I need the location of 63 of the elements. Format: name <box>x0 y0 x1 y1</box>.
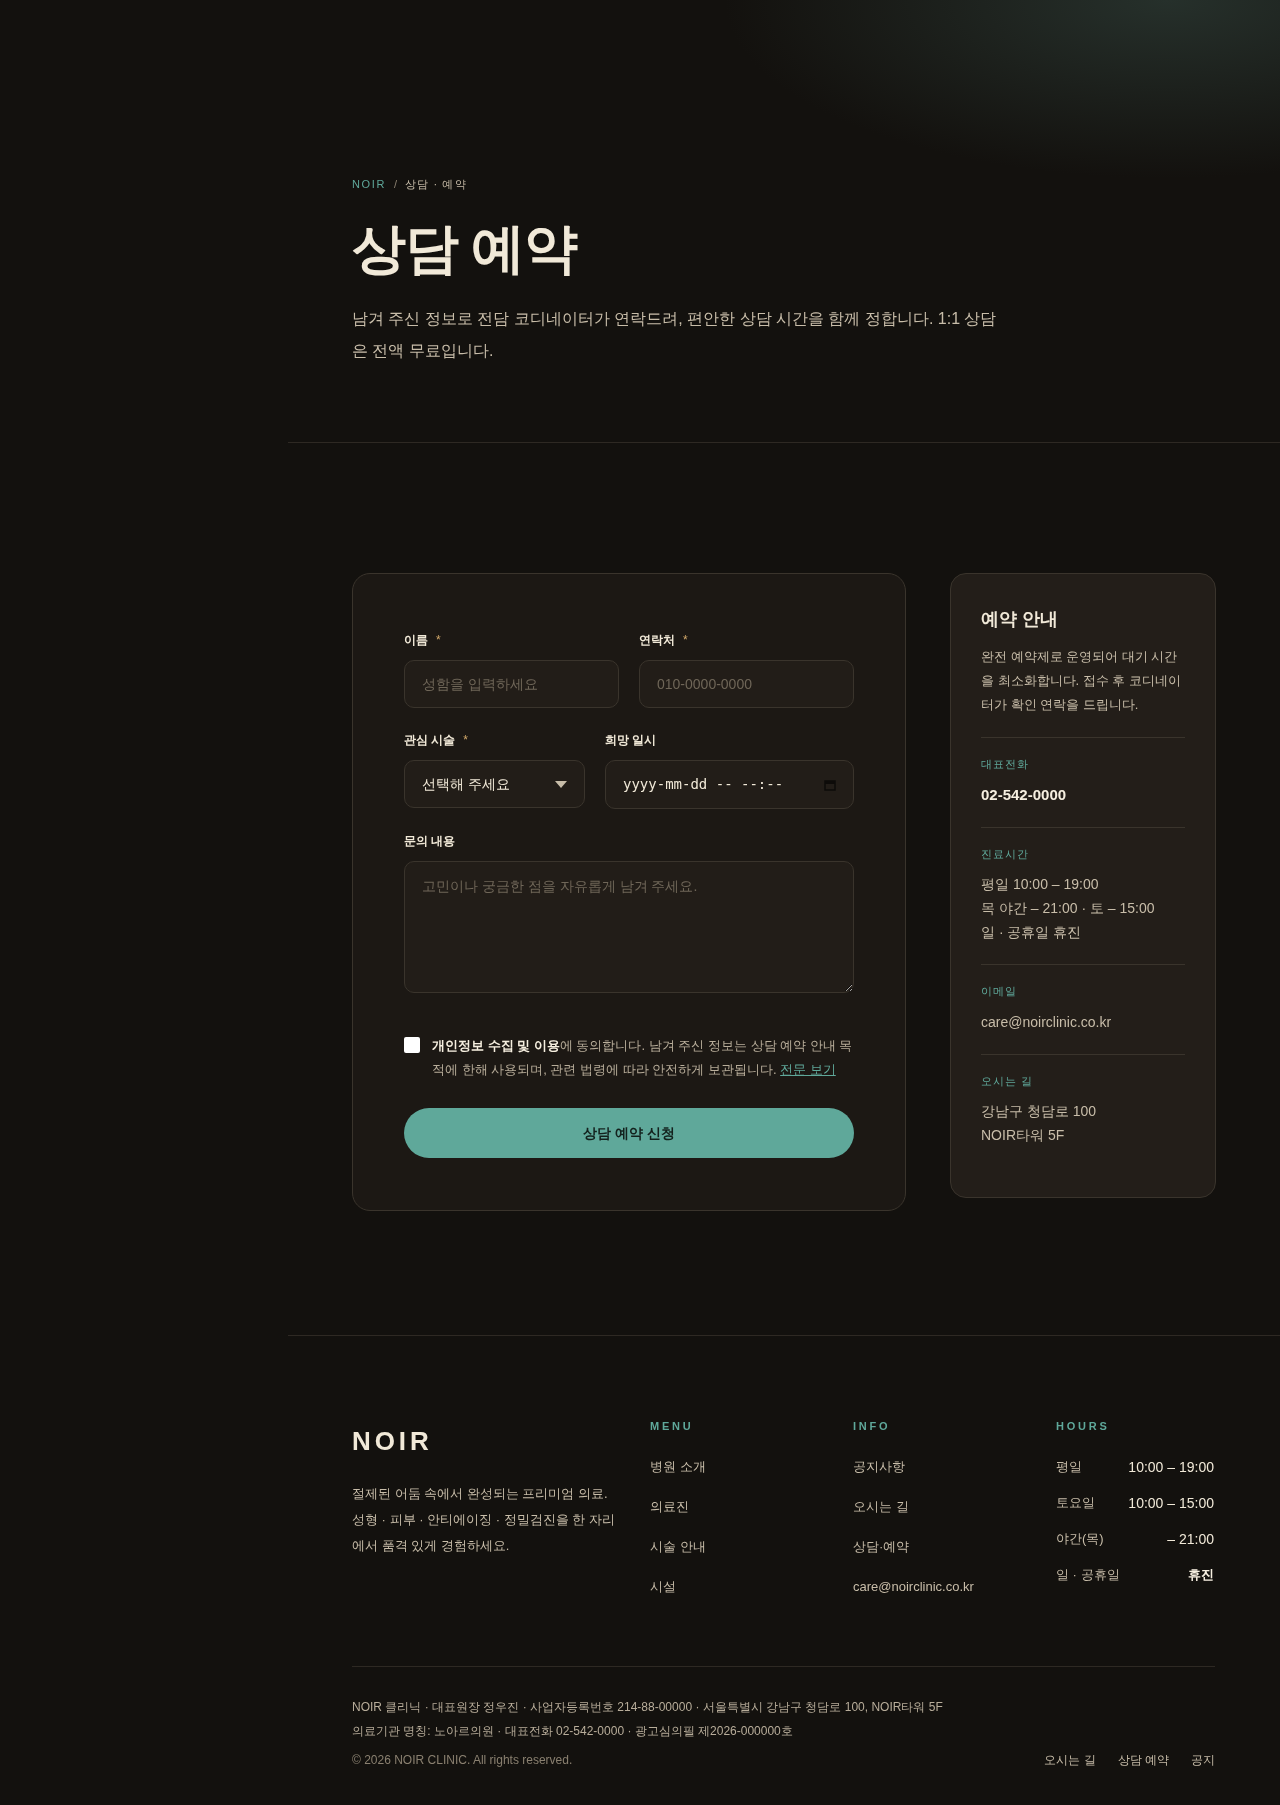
breadcrumb-separator: / <box>394 177 398 192</box>
hours-day: 일 · 공휴일 <box>1056 1564 1120 1585</box>
footer-link[interactable]: 상담·예약 <box>853 1536 1056 1557</box>
legal-text: 의료기관 명칭: 노아르의원 · 대표전화 02-542-0000 · 광고심의필 제2026-000000호 <box>352 1723 794 1740</box>
datetime-field[interactable]: yyyy-mm-dd -- --:-- <box>605 760 854 809</box>
footer-heading: INFO <box>853 1419 892 1434</box>
hours-day: 토요일 <box>1056 1492 1095 1513</box>
info-label: 이메일 <box>981 984 1019 999</box>
footer-link[interactable]: 오시는 길 <box>853 1496 1056 1517</box>
phone-number: 02-542-0000 <box>981 784 1068 805</box>
legal-text: NOIR 클리닉 · 대표원장 정우진 · 사업자등록번호 214-88-00000 · 서울특별시 강남구 청담로 100, NOIR타워 5F <box>352 1699 944 1716</box>
breadcrumb-link[interactable]: NOIR <box>352 176 387 193</box>
select-field[interactable]: 선택해 주세요 <box>404 760 585 808</box>
hours-time: 휴진 <box>1188 1565 1214 1584</box>
footer-link[interactable]: 시술 안내 <box>650 1536 853 1557</box>
hours-day: 평일 <box>1056 1456 1082 1477</box>
field-label: 이름 <box>404 632 428 649</box>
info-label: 대표전화 <box>981 757 1031 772</box>
page-title: 상담 예약 <box>352 220 578 275</box>
footer-link[interactable]: 오시는 길 <box>1044 1751 1096 1769</box>
info-title: 예약 안내 <box>981 608 1059 631</box>
field-label: 희망 일시 <box>605 732 657 749</box>
footer-link[interactable]: 상담 예약 <box>1117 1751 1169 1769</box>
consent-text: 개인정보 수집 및 이용에 동의합니다. 남겨 주신 정보는 상담 예약 안내 목적에 한해 사용되며, 관련 법령에 따라 안전하게 보관됩니다. 전문 보기 <box>432 1037 854 1079</box>
info-line: 강남구 청담로 100 <box>981 1102 1098 1121</box>
footer-link[interactable]: 공지 <box>1191 1751 1215 1769</box>
footer-heading: MENU <box>650 1419 695 1434</box>
info-line: NOIR타워 5F <box>981 1126 1066 1145</box>
info-line: care@noirclinic.co.kr <box>981 1012 1113 1032</box>
footer-tagline: 절제된 어둠 속에서 완성되는 프리미엄 의료. 성형 · 피부 · 안티에이징 · 정밀검진을 한 자리에서 품격 있게 경험하세요. <box>352 1485 616 1555</box>
breadcrumb-current: 상담 · 예약 <box>405 177 467 192</box>
footer-link[interactable]: 시설 <box>650 1576 853 1597</box>
caret-icon <box>555 780 567 788</box>
info-line: 일 · 공휴일 휴진 <box>981 923 1083 942</box>
info-line: 평일 10:00 – 19:00 <box>981 875 1100 894</box>
required-mark: * <box>683 632 688 649</box>
hours-time: 10:00 – 19:00 <box>1128 1457 1214 1477</box>
footer-link[interactable]: 의료진 <box>650 1496 853 1517</box>
footer-link[interactable]: 공지사항 <box>853 1456 1056 1477</box>
info-text: 완전 예약제로 운영되어 대기 시간을 최소화합니다. 접수 후 코디네이터가 확인 연락을 드립니다. <box>981 648 1183 714</box>
footer-link[interactable]: 병원 소개 <box>650 1456 853 1477</box>
field-label: 연락처 <box>639 632 675 649</box>
hours-time: – 21:00 <box>1167 1529 1214 1549</box>
field-label: 관심 시술 <box>404 732 456 749</box>
footer-link[interactable]: care@noirclinic.co.kr <box>853 1576 1056 1597</box>
input-field[interactable]: 성함을 입력하세요 <box>404 660 619 708</box>
hours-day: 야간(목) <box>1056 1528 1104 1549</box>
info-label: 오시는 길 <box>981 1073 1035 1089</box>
page-intro: 남겨 주신 정보로 전담 코디네이터가 연락드려, 편안한 상담 시간을 함께 정합니다. 1:1 상담은 전액 무료입니다. <box>352 308 998 361</box>
input-field[interactable]: 010-0000-0000 <box>639 660 854 708</box>
required-mark: * <box>436 632 441 649</box>
info-line: 목 야간 – 21:00 · 토 – 15:00 <box>981 899 1156 918</box>
footer-logo: NOIR <box>352 1425 434 1458</box>
submit-button[interactable]: 상담 예약 신청 <box>404 1108 854 1158</box>
footer-heading: HOURS <box>1056 1419 1111 1434</box>
message-field[interactable]: 고민이나 궁금한 점을 자유롭게 남겨 주세요. <box>404 861 854 993</box>
copyright-text: © 2026 NOIR CLINIC. All rights reserved. <box>352 1752 573 1769</box>
required-mark: * <box>463 732 468 749</box>
consent-checkbox[interactable] <box>404 1037 420 1053</box>
terms-link[interactable]: 전문 보기 <box>780 1062 836 1077</box>
info-label: 진료시간 <box>981 846 1031 862</box>
field-label: 문의 내용 <box>404 833 456 850</box>
hours-time: 10:00 – 15:00 <box>1128 1493 1214 1513</box>
